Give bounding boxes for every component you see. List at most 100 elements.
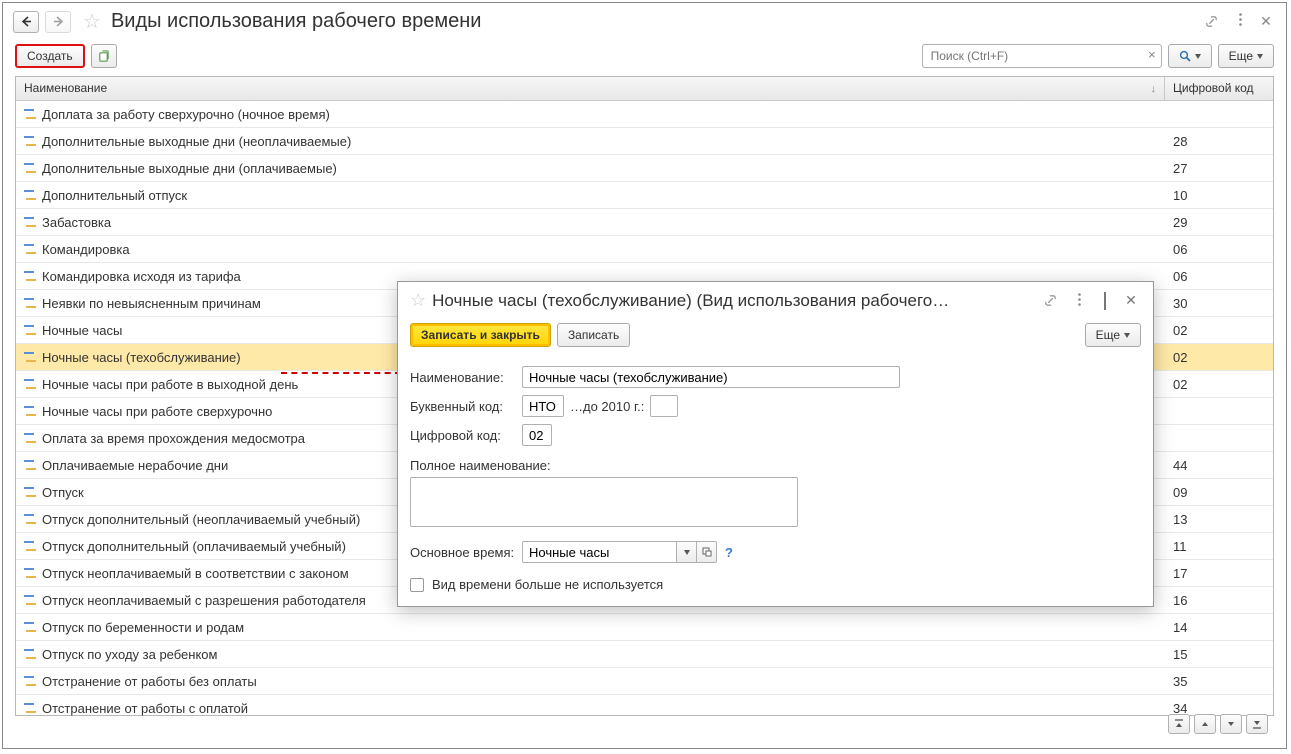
row-type-icon [24,379,36,389]
dialog-close-icon[interactable]: ✕ [1121,292,1141,309]
alpha-label: Буквенный код: [410,399,522,414]
row-name: Командировка исходя из тарифа [42,269,241,284]
table-row[interactable]: Доплата за работу сверхурочно (ночное вр… [16,101,1273,128]
row-name: Ночные часы (техобслуживание) [42,350,241,365]
table-row[interactable]: Отстранение от работы без оплаты 35 [16,668,1273,695]
nav-forward-button [45,11,71,33]
column-name-header[interactable]: Наименование↓ [16,77,1165,100]
row-type-icon [24,244,36,254]
help-icon[interactable]: ? [725,545,733,560]
table-row[interactable]: Отпуск по беременности и родам14 [16,614,1273,641]
scroll-bottom-button[interactable] [1246,714,1268,734]
row-code: 27 [1165,161,1273,176]
row-name: Отстранение от работы без оплаты [42,674,257,689]
row-type-icon [24,217,36,227]
row-name: Забастовка [42,215,111,230]
row-type-icon [24,514,36,524]
table-row[interactable]: Отпуск по уходу за ребенком15 [16,641,1273,668]
combo-open-button[interactable] [697,541,717,563]
table-row[interactable]: Дополнительные выходные дни (неоплачивае… [16,128,1273,155]
column-code-header[interactable]: Цифровой код [1165,77,1273,100]
row-type-icon [24,433,36,443]
table-row[interactable]: Дополнительные выходные дни (оплачиваемы… [16,155,1273,182]
row-code: 16 [1165,593,1273,608]
row-code: 35 [1165,674,1273,689]
dialog-link-icon[interactable] [1043,293,1063,308]
row-type-icon [24,676,36,686]
table-row[interactable]: Забастовка 29 [16,209,1273,236]
row-type-icon [24,190,36,200]
dialog-kebab-icon[interactable] [1069,293,1089,309]
row-code: 06 [1165,242,1273,257]
row-code: 13 [1165,512,1273,527]
save-and-close-button[interactable]: Записать и закрыть [410,323,551,347]
row-code: 17 [1165,566,1273,581]
table-row[interactable]: Отстранение от работы с оплатой34 [16,695,1273,716]
sort-indicator-icon: ↓ [1151,83,1157,95]
search-clear-icon[interactable]: × [1148,47,1156,62]
close-icon[interactable]: ✕ [1256,13,1276,30]
row-type-icon [24,622,36,632]
table-row[interactable]: Командировка 06 [16,236,1273,263]
table-row[interactable]: Дополнительный отпуск10 [16,182,1273,209]
row-code: 30 [1165,296,1273,311]
row-name: Отпуск дополнительный (неоплачиваемый уч… [42,512,360,527]
dialog-more-button[interactable]: Еще [1085,323,1141,347]
row-code: 09 [1165,485,1273,500]
more-button[interactable]: Еще [1218,44,1274,68]
favorite-star-icon[interactable]: ☆ [83,9,101,34]
row-type-icon [24,352,36,362]
full-textarea[interactable] [410,477,798,527]
old-label: …до 2010 г.: [570,399,644,414]
row-type-icon [24,649,36,659]
name-label: Наименование: [410,370,522,385]
search-input[interactable] [922,44,1162,68]
old-alpha-input[interactable] [650,395,678,417]
row-type-icon [24,595,36,605]
row-type-icon [24,109,36,119]
kebab-menu-icon[interactable] [1230,13,1250,30]
dialog-title: Ночные часы (техобслуживание) (Вид испол… [432,291,1037,311]
row-code: 02 [1165,377,1273,392]
main-time-combo[interactable] [522,541,677,563]
row-code: 06 [1165,269,1273,284]
row-code: 11 [1165,539,1273,554]
row-name: Отпуск [42,485,84,500]
num-input[interactable] [522,424,552,446]
combo-dropdown-button[interactable] [677,541,697,563]
row-type-icon [24,541,36,551]
link-icon[interactable] [1204,14,1224,29]
row-name: Ночные часы [42,323,122,338]
scroll-down-button[interactable] [1220,714,1242,734]
row-name: Отпуск по уходу за ребенком [42,647,217,662]
scroll-top-button[interactable] [1168,714,1190,734]
row-code: 29 [1165,215,1273,230]
row-code: 02 [1165,323,1273,338]
create-button[interactable]: Создать [15,44,85,68]
alpha-input[interactable] [522,395,564,417]
copy-button[interactable] [91,44,117,68]
scroll-up-button[interactable] [1194,714,1216,734]
row-code: 02 [1165,350,1273,365]
row-type-icon [24,298,36,308]
row-name: Отпуск по беременности и родам [42,620,244,635]
row-name: Отпуск неоплачиваемый в соответствии с з… [42,566,349,581]
row-code: 28 [1165,134,1273,149]
row-name: Ночные часы при работе в выходной день [42,377,298,392]
name-input[interactable] [522,366,900,388]
row-name: Ночные часы при работе сверхурочно [42,404,272,419]
num-label: Цифровой код: [410,428,522,443]
dialog-maximize-icon[interactable] [1095,293,1115,309]
row-name: Отпуск неоплачиваемый с разрешения работ… [42,593,366,608]
page-title: Виды использования рабочего времени [111,10,1198,33]
edit-dialog: ☆ Ночные часы (техобслуживание) (Вид исп… [397,281,1154,607]
dialog-favorite-star-icon[interactable]: ☆ [410,290,426,311]
nav-back-button[interactable] [13,11,39,33]
search-button[interactable] [1168,44,1212,68]
disabled-checkbox[interactable] [410,578,424,592]
row-name: Оплачиваемые нерабочие дни [42,458,228,473]
row-name: Командировка [42,242,130,257]
save-button[interactable]: Записать [557,323,630,347]
row-name: Дополнительный отпуск [42,188,187,203]
main-label: Основное время: [410,545,522,560]
